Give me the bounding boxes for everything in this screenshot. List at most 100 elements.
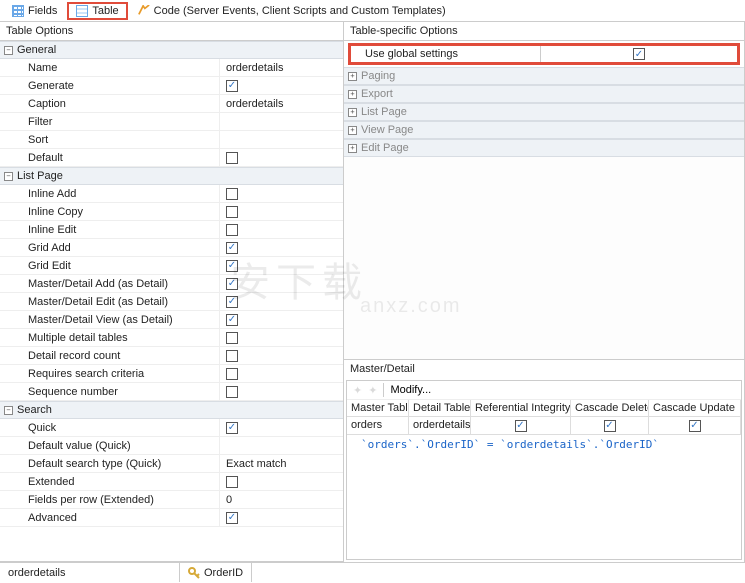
property-label: Advanced xyxy=(0,509,220,526)
property-row[interactable]: Sequence number xyxy=(0,383,343,401)
tab-code[interactable]: Code (Server Events, Client Scripts and … xyxy=(130,3,454,19)
property-value[interactable]: ✓ xyxy=(220,512,343,524)
cu-checkbox[interactable]: ✓ xyxy=(689,420,701,432)
checkbox[interactable]: ✓ xyxy=(226,260,238,272)
property-row[interactable]: Advanced ✓ xyxy=(0,509,343,527)
table-icon xyxy=(76,5,88,17)
status-table: orderdetails xyxy=(0,563,180,582)
property-value[interactable]: ✓ xyxy=(220,278,343,290)
property-row[interactable]: Sort xyxy=(0,131,343,149)
md-toolbar: ✦ ✦ Modify... xyxy=(347,381,741,400)
group-export[interactable]: +Export xyxy=(344,85,744,103)
property-row[interactable]: Grid Edit ✓ xyxy=(0,257,343,275)
md-grid-row[interactable]: orders orderdetails ✓ ✓ ✓ xyxy=(347,417,741,435)
checkbox[interactable] xyxy=(226,224,238,236)
property-value[interactable] xyxy=(220,350,343,362)
property-row[interactable]: Default value (Quick) xyxy=(0,437,343,455)
property-row[interactable]: Default search type (Quick)Exact match xyxy=(0,455,343,473)
group-search[interactable]: −Search xyxy=(0,401,343,419)
checkbox[interactable] xyxy=(226,476,238,488)
plus-icon: + xyxy=(348,126,357,135)
checkbox[interactable]: ✓ xyxy=(226,422,238,434)
property-row[interactable]: Master/Detail Add (as Detail) ✓ xyxy=(0,275,343,293)
property-value[interactable]: ✓ xyxy=(220,314,343,326)
group-edit[interactable]: +Edit Page xyxy=(344,139,744,157)
group-list[interactable]: +List Page xyxy=(344,103,744,121)
checkbox[interactable]: ✓ xyxy=(226,296,238,308)
group-paging[interactable]: +Paging xyxy=(344,67,744,85)
table-options-scroll[interactable]: −GeneralNameorderdetailsGenerate ✓ Caption… xyxy=(0,41,343,562)
group-listpage[interactable]: −List Page xyxy=(0,167,343,185)
checkbox[interactable] xyxy=(226,386,238,398)
ri-checkbox[interactable]: ✓ xyxy=(515,420,527,432)
property-row[interactable]: Generate ✓ xyxy=(0,77,343,95)
property-value[interactable]: ✓ xyxy=(220,260,343,272)
property-value[interactable] xyxy=(220,386,343,398)
property-row[interactable]: Inline Copy xyxy=(0,203,343,221)
property-label: Filter xyxy=(0,113,220,130)
property-value[interactable]: ✓ xyxy=(220,242,343,254)
property-value[interactable]: ✓ xyxy=(220,422,343,434)
use-global-checkbox[interactable]: ✓ xyxy=(633,48,645,60)
property-value[interactable] xyxy=(220,332,343,344)
checkbox[interactable]: ✓ xyxy=(226,278,238,290)
property-row[interactable]: Fields per row (Extended)0 xyxy=(0,491,343,509)
property-value[interactable]: Exact match xyxy=(220,458,343,470)
table-specific-panel: Table-specific Options Use global settin… xyxy=(344,22,745,562)
property-row[interactable]: Default xyxy=(0,149,343,167)
property-row[interactable]: Grid Add✓ xyxy=(0,239,343,257)
checkbox[interactable] xyxy=(226,368,238,380)
property-value[interactable]: ✓ xyxy=(220,80,343,92)
property-label: Generate xyxy=(0,77,220,94)
property-value[interactable] xyxy=(220,368,343,380)
property-label: Grid Edit xyxy=(0,257,220,274)
property-row[interactable]: Inline Edit xyxy=(0,221,343,239)
tab-table[interactable]: Table xyxy=(67,2,127,20)
property-value[interactable]: ✓ xyxy=(220,296,343,308)
master-detail-title: Master/Detail xyxy=(344,360,744,378)
property-row[interactable]: Master/Detail View (as Detail)✓ xyxy=(0,311,343,329)
tab-bar: Fields Table Code (Server Events, Client… xyxy=(0,0,745,22)
property-row[interactable]: Multiple detail tables xyxy=(0,329,343,347)
property-label: Default value (Quick) xyxy=(0,437,220,454)
property-row[interactable]: Captionorderdetails xyxy=(0,95,343,113)
property-value[interactable] xyxy=(220,188,343,200)
use-global-settings-row[interactable]: Use global settings ✓ xyxy=(348,43,740,65)
property-row[interactable]: Inline Add xyxy=(0,185,343,203)
property-row[interactable]: Master/Detail Edit (as Detail)✓ xyxy=(0,293,343,311)
table-options-title: Table Options xyxy=(0,22,343,41)
checkbox[interactable] xyxy=(226,152,238,164)
checkbox[interactable]: ✓ xyxy=(226,80,238,92)
tab-fields[interactable]: Fields xyxy=(4,3,65,19)
checkbox[interactable]: ✓ xyxy=(226,242,238,254)
minus-icon: − xyxy=(4,406,13,415)
cd-checkbox[interactable]: ✓ xyxy=(604,420,616,432)
property-row[interactable]: Detail record count xyxy=(0,347,343,365)
property-value[interactable]: orderdetails xyxy=(220,62,343,74)
group-general[interactable]: −General xyxy=(0,41,343,59)
modify-button[interactable]: Modify... xyxy=(390,384,431,396)
property-value[interactable] xyxy=(220,476,343,488)
property-label: Master/Detail Add (as Detail) xyxy=(0,275,220,292)
property-value[interactable] xyxy=(220,152,343,164)
property-value[interactable] xyxy=(220,206,343,218)
property-row[interactable]: Quick✓ xyxy=(0,419,343,437)
property-value[interactable]: orderdetails xyxy=(220,98,343,110)
property-value[interactable]: 0 xyxy=(220,494,343,506)
property-label: Fields per row (Extended) xyxy=(0,491,220,508)
checkbox[interactable] xyxy=(226,350,238,362)
checkbox[interactable] xyxy=(226,206,238,218)
checkbox[interactable]: ✓ xyxy=(226,314,238,326)
property-label: Caption xyxy=(0,95,220,112)
property-row[interactable]: Requires search criteria xyxy=(0,365,343,383)
checkbox[interactable] xyxy=(226,188,238,200)
checkbox[interactable]: ✓ xyxy=(226,512,238,524)
property-row[interactable]: Extended xyxy=(0,473,343,491)
checkbox[interactable] xyxy=(226,332,238,344)
property-value[interactable] xyxy=(220,224,343,236)
remove-icon: ✦ xyxy=(368,384,377,397)
group-view[interactable]: +View Page xyxy=(344,121,744,139)
property-row[interactable]: Nameorderdetails xyxy=(0,59,343,77)
plus-icon: + xyxy=(348,90,357,99)
property-row[interactable]: Filter xyxy=(0,113,343,131)
